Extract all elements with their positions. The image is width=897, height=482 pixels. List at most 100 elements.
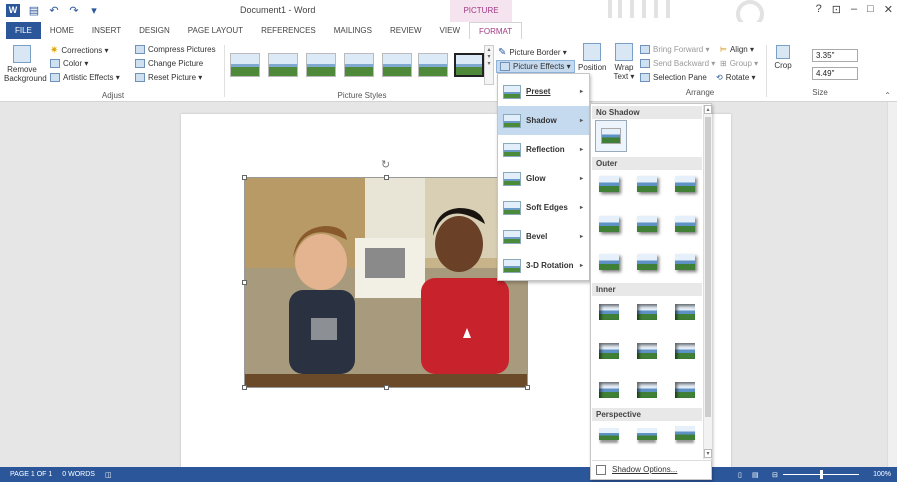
shadow-inner-9[interactable] (675, 382, 695, 398)
selection-pane-button[interactable]: Selection Pane (640, 73, 707, 82)
shadow-outer-1[interactable] (599, 176, 619, 192)
position-button[interactable]: Position (578, 43, 606, 72)
page-count[interactable]: PAGE 1 OF 1 (10, 471, 52, 478)
customize-qat-icon[interactable]: ▾ (88, 5, 100, 17)
tab-design[interactable]: DESIGN (130, 22, 179, 39)
tab-page-layout[interactable]: PAGE LAYOUT (179, 22, 252, 39)
menu-item-preset[interactable]: Preset ▸ (498, 77, 589, 106)
styles-gallery-scroll[interactable]: ▴ ▾ ▾ (484, 45, 494, 85)
shadow-perspective-3[interactable] (675, 426, 695, 440)
rotate-handle-icon[interactable]: ↻ (381, 158, 390, 171)
shadow-outer-8[interactable] (637, 254, 657, 270)
save-icon[interactable]: ▤ (28, 5, 40, 17)
rotate-button[interactable]: ⟲ Rotate ▾ (716, 73, 756, 82)
tab-file[interactable]: FILE (6, 22, 41, 39)
collapse-ribbon-icon[interactable]: ⌃ (884, 91, 891, 100)
corrections-button[interactable]: ✷ Corrections ▾ (50, 45, 109, 56)
change-picture-button[interactable]: Change Picture (135, 59, 203, 68)
shadow-inner-5[interactable] (637, 343, 657, 359)
crop-button[interactable]: Crop (772, 45, 794, 70)
picture-style-4[interactable] (344, 53, 374, 77)
minimize-icon[interactable]: – (851, 3, 857, 16)
shadow-outer-3[interactable] (675, 176, 695, 192)
tab-format[interactable]: FORMAT (469, 22, 523, 39)
undo-icon[interactable]: ↶ (48, 5, 60, 17)
resize-handle[interactable] (525, 385, 530, 390)
bring-forward-button[interactable]: Bring Forward ▾ (640, 45, 709, 54)
shadow-outer-9[interactable] (675, 254, 695, 270)
picture-style-5[interactable] (382, 53, 412, 77)
compress-pictures-button[interactable]: Compress Pictures (135, 45, 216, 54)
web-layout-icon[interactable]: ⊟ (772, 471, 778, 479)
shadow-gallery-scrollbar[interactable]: ▴ ▾ (703, 105, 712, 459)
menu-item-3d-rotation[interactable]: 3-D Rotation ▸ (498, 251, 589, 280)
picture-style-1[interactable] (230, 53, 260, 77)
tab-home[interactable]: HOME (41, 22, 83, 39)
shadow-inner-6[interactable] (675, 343, 695, 359)
redo-icon[interactable]: ↷ (68, 5, 80, 17)
menu-item-reflection[interactable]: Reflection ▸ (498, 135, 589, 164)
shadow-inner-3[interactable] (675, 304, 695, 320)
word-logo-icon[interactable]: W (6, 4, 20, 17)
menu-item-soft-edges[interactable]: Soft Edges ▸ (498, 193, 589, 222)
tab-references[interactable]: REFERENCES (252, 22, 325, 39)
reset-picture-button[interactable]: Reset Picture ▾ (135, 73, 202, 82)
artistic-effects-button[interactable]: Artistic Effects ▾ (50, 73, 120, 82)
menu-item-shadow[interactable]: Shadow ▸ (498, 106, 589, 135)
menu-item-bevel[interactable]: Bevel ▸ (498, 222, 589, 251)
maximize-icon[interactable]: □ (867, 3, 874, 16)
picture-style-3[interactable] (306, 53, 336, 77)
height-field[interactable]: 3.35" (812, 49, 858, 62)
shadow-inner-2[interactable] (637, 304, 657, 320)
resize-handle[interactable] (242, 175, 247, 180)
send-backward-button[interactable]: Send Backward ▾ (640, 59, 715, 68)
ribbon-display-icon[interactable]: ⊡ (832, 3, 841, 16)
scroll-thumb[interactable] (705, 117, 711, 417)
close-icon[interactable]: ✕ (884, 3, 893, 16)
picture-style-2[interactable] (268, 53, 298, 77)
width-field[interactable]: 4.49" (812, 67, 858, 80)
resize-handle[interactable] (242, 385, 247, 390)
resize-handle[interactable] (384, 175, 389, 180)
shadow-inner-1[interactable] (599, 304, 619, 320)
print-layout-icon[interactable]: ▤ (752, 471, 759, 479)
picture-style-7[interactable] (454, 53, 484, 77)
picture-style-6[interactable] (418, 53, 448, 77)
shadow-inner-8[interactable] (637, 382, 657, 398)
shadow-outer-4[interactable] (599, 216, 619, 232)
shadow-perspective-1[interactable] (599, 428, 619, 440)
shadow-outer-5[interactable] (637, 216, 657, 232)
inserted-picture[interactable] (244, 177, 528, 388)
shadow-outer-6[interactable] (675, 216, 695, 232)
scroll-down-icon[interactable]: ▾ (704, 449, 712, 458)
shadow-perspective-2[interactable] (637, 428, 657, 440)
menu-item-glow[interactable]: Glow ▸ (498, 164, 589, 193)
remove-background-button[interactable]: Remove Background (4, 45, 47, 83)
color-button[interactable]: Color ▾ (50, 59, 88, 68)
tab-view[interactable]: VIEW (431, 22, 469, 39)
document-scrollbar[interactable] (887, 102, 897, 467)
proofing-icon[interactable]: ◫ (105, 471, 112, 479)
tab-mailings[interactable]: MAILINGS (325, 22, 381, 39)
read-mode-icon[interactable]: ▯ (738, 471, 742, 479)
zoom-level[interactable]: 100% (873, 471, 891, 478)
tab-review[interactable]: REVIEW (381, 22, 431, 39)
shadow-outer-7[interactable] (599, 254, 619, 270)
shadow-inner-7[interactable] (599, 382, 619, 398)
group-button[interactable]: ⊞ Group ▾ (720, 59, 758, 68)
picture-border-button[interactable]: ✎ Picture Border ▾ (498, 47, 567, 58)
align-button[interactable]: ⊨ Align ▾ (720, 45, 754, 54)
picture-effects-button[interactable]: Picture Effects ▾ (496, 60, 575, 73)
resize-handle[interactable] (384, 385, 389, 390)
wrap-text-button[interactable]: Wrap Text ▾ (610, 43, 638, 81)
tab-insert[interactable]: INSERT (83, 22, 130, 39)
shadow-options-button[interactable]: Shadow Options... (592, 460, 712, 478)
shadow-outer-2[interactable] (637, 176, 657, 192)
shadow-none-option[interactable] (595, 120, 627, 152)
word-count[interactable]: 0 WORDS (62, 471, 95, 478)
help-icon[interactable]: ? (816, 3, 822, 16)
resize-handle[interactable] (242, 280, 247, 285)
zoom-slider-thumb[interactable] (820, 470, 823, 479)
scroll-up-icon[interactable]: ▴ (704, 105, 712, 114)
shadow-inner-4[interactable] (599, 343, 619, 359)
